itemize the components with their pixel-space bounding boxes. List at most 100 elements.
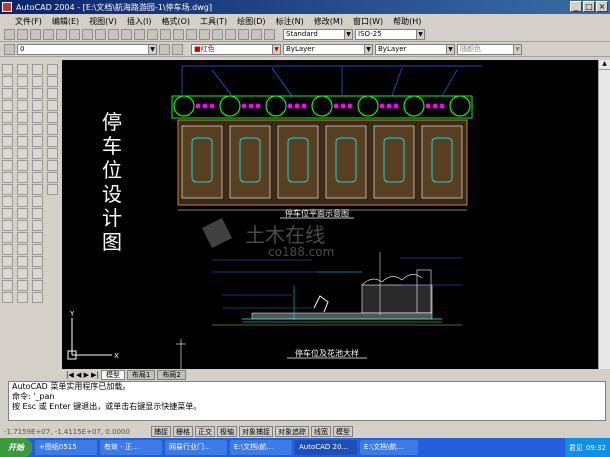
lineweight-select[interactable]: ByLayer ▼ bbox=[375, 44, 455, 55]
draw-tool-icon[interactable] bbox=[32, 136, 43, 147]
new-icon[interactable] bbox=[4, 29, 15, 40]
draw-tool-icon[interactable] bbox=[17, 64, 28, 75]
draw-tool-icon[interactable] bbox=[2, 232, 13, 243]
draw-tool-icon[interactable] bbox=[17, 172, 28, 183]
draw-tool-icon[interactable] bbox=[47, 112, 58, 123]
taskbar-item[interactable]: E:\文档\航... bbox=[230, 440, 292, 455]
snap-toggle[interactable]: 捕捉 bbox=[151, 426, 171, 437]
draw-tool-icon[interactable] bbox=[17, 268, 28, 279]
redo-icon[interactable] bbox=[134, 29, 145, 40]
tab-layout2[interactable]: 布局2 bbox=[157, 369, 186, 380]
menu-file[interactable]: 文件(F) bbox=[14, 16, 43, 27]
draw-tool-icon[interactable] bbox=[2, 88, 13, 99]
draw-tool-icon[interactable] bbox=[17, 220, 28, 231]
make-current-icon[interactable] bbox=[159, 44, 170, 55]
menu-help[interactable]: 帮助(H) bbox=[392, 16, 422, 27]
draw-tool-icon[interactable] bbox=[32, 112, 43, 123]
draw-tool-icon[interactable] bbox=[32, 292, 43, 303]
draw-tool-icon[interactable] bbox=[17, 88, 28, 99]
menu-edit[interactable]: 编辑(E) bbox=[51, 16, 80, 27]
draw-tool-icon[interactable] bbox=[32, 232, 43, 243]
draw-tool-icon[interactable] bbox=[47, 172, 58, 183]
close-button[interactable]: × bbox=[596, 1, 608, 12]
draw-tool-icon[interactable] bbox=[17, 184, 28, 195]
draw-tool-icon[interactable] bbox=[17, 292, 28, 303]
draw-tool-icon[interactable] bbox=[17, 232, 28, 243]
draw-tool-icon[interactable] bbox=[32, 280, 43, 291]
tab-model[interactable]: 模型 bbox=[100, 369, 125, 380]
draw-tool-icon[interactable] bbox=[47, 88, 58, 99]
draw-tool-icon[interactable] bbox=[2, 124, 13, 135]
undo-icon[interactable] bbox=[121, 29, 132, 40]
layer-previous-icon[interactable] bbox=[172, 44, 183, 55]
textstyle-select[interactable]: Standard ▼ bbox=[283, 29, 353, 40]
draw-tool-icon[interactable] bbox=[2, 196, 13, 207]
draw-tool-icon[interactable] bbox=[32, 256, 43, 267]
draw-tool-icon[interactable] bbox=[2, 256, 13, 267]
menu-format[interactable]: 格式(O) bbox=[160, 16, 191, 27]
draw-tool-icon[interactable] bbox=[2, 76, 13, 87]
draw-tool-icon[interactable] bbox=[2, 160, 13, 171]
draw-tool-icon[interactable] bbox=[17, 112, 28, 123]
design-center-icon[interactable] bbox=[251, 29, 262, 40]
pan-icon[interactable] bbox=[186, 29, 197, 40]
hyperlink-icon[interactable] bbox=[147, 29, 158, 40]
menu-draw[interactable]: 绘图(D) bbox=[236, 16, 266, 27]
draw-tool-icon[interactable] bbox=[47, 124, 58, 135]
taskbar-item[interactable]: +图纸0515 bbox=[35, 440, 97, 455]
draw-tool-icon[interactable] bbox=[2, 112, 13, 123]
otrack-toggle[interactable]: 对象追踪 bbox=[275, 426, 309, 437]
print-icon[interactable] bbox=[43, 29, 54, 40]
draw-tool-icon[interactable] bbox=[17, 196, 28, 207]
draw-tool-icon[interactable] bbox=[2, 136, 13, 147]
draw-tool-icon[interactable] bbox=[2, 100, 13, 111]
draw-tool-icon[interactable] bbox=[2, 172, 13, 183]
draw-tool-icon[interactable] bbox=[32, 160, 43, 171]
draw-tool-icon[interactable] bbox=[47, 136, 58, 147]
match-icon[interactable] bbox=[108, 29, 119, 40]
draw-tool-icon[interactable] bbox=[32, 244, 43, 255]
lineweight-toggle[interactable]: 线宽 bbox=[311, 426, 331, 437]
menu-window[interactable]: 窗口(W) bbox=[352, 16, 384, 27]
osnap-toggle[interactable]: 对象捕捉 bbox=[239, 426, 273, 437]
draw-tool-icon[interactable] bbox=[2, 148, 13, 159]
draw-tool-icon[interactable] bbox=[2, 184, 13, 195]
draw-tool-icon[interactable] bbox=[47, 64, 58, 75]
taskbar-item[interactable]: E:\文档\航... bbox=[360, 440, 418, 455]
draw-tool-icon[interactable] bbox=[32, 88, 43, 99]
draw-tool-icon[interactable] bbox=[2, 220, 13, 231]
draw-tool-icon[interactable] bbox=[2, 208, 13, 219]
minimize-button[interactable]: _ bbox=[570, 1, 582, 12]
draw-tool-icon[interactable] bbox=[2, 64, 13, 75]
color-select[interactable]: ■红色 ▼ bbox=[191, 44, 281, 55]
draw-tool-icon[interactable] bbox=[32, 124, 43, 135]
draw-tool-icon[interactable] bbox=[47, 160, 58, 171]
tab-nav-arrows-icon[interactable]: |◀ ◀ ▶ ▶| bbox=[66, 371, 99, 379]
zoom-previous-icon[interactable] bbox=[225, 29, 236, 40]
draw-tool-icon[interactable] bbox=[47, 76, 58, 87]
layer-manager-icon[interactable] bbox=[4, 44, 15, 55]
scroll-up-arrow-icon[interactable]: ▲ bbox=[599, 60, 610, 70]
dimstyle-select[interactable]: ISO-25 ▼ bbox=[355, 29, 425, 40]
draw-tool-icon[interactable] bbox=[2, 268, 13, 279]
layer-select[interactable]: 0 ▼ bbox=[17, 44, 157, 55]
plotstyle-select[interactable]: 随颜色 ▼ bbox=[457, 44, 522, 55]
copy-icon[interactable] bbox=[82, 29, 93, 40]
snap-icon[interactable] bbox=[160, 29, 171, 40]
draw-tool-icon[interactable] bbox=[17, 136, 28, 147]
menu-modify[interactable]: 修改(M) bbox=[313, 16, 344, 27]
zoom-window-icon[interactable] bbox=[212, 29, 223, 40]
command-window[interactable]: AutoCAD 菜单实用程序已加载。 命令: '_pan 按 Esc 或 Ent… bbox=[8, 381, 606, 421]
draw-tool-icon[interactable] bbox=[32, 220, 43, 231]
draw-tool-icon[interactable] bbox=[17, 256, 28, 267]
draw-tool-icon[interactable] bbox=[47, 148, 58, 159]
tab-layout1[interactable]: 布局1 bbox=[126, 369, 156, 380]
draw-tool-icon[interactable] bbox=[2, 244, 13, 255]
taskbar-item[interactable]: AutoCAD 20... bbox=[295, 440, 357, 455]
model-toggle[interactable]: 模型 bbox=[333, 426, 353, 437]
draw-tool-icon[interactable] bbox=[17, 208, 28, 219]
cut-icon[interactable] bbox=[69, 29, 80, 40]
maximize-button[interactable]: □ bbox=[583, 1, 595, 12]
properties-icon[interactable] bbox=[238, 29, 249, 40]
menu-tools[interactable]: 工具(T) bbox=[199, 16, 228, 27]
